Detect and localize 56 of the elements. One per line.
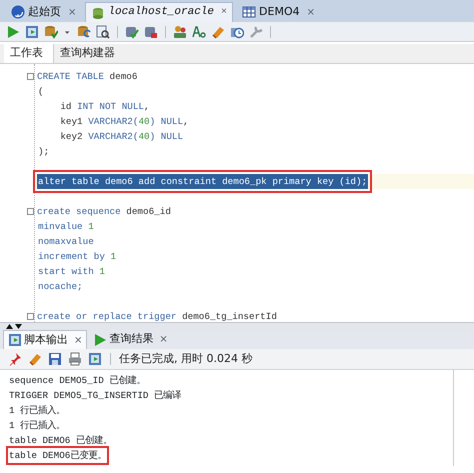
run-icon	[93, 332, 108, 346]
code-line: );	[37, 145, 50, 159]
script-run-icon[interactable]	[88, 352, 102, 366]
explain-plan-icon[interactable]	[96, 24, 110, 38]
users-icon[interactable]	[173, 24, 187, 38]
splitter-arrows-icon[interactable]	[6, 323, 22, 330]
database-icon	[91, 6, 106, 20]
code-line: nocache;	[37, 280, 84, 294]
script-run-icon	[8, 333, 22, 347]
code-line: create or replace trigger demo6_tg_insertId	[36, 310, 278, 322]
code-line: key2 VARCHAR2(40) NULL	[59, 130, 184, 144]
close-icon[interactable]: ×	[68, 4, 76, 20]
panel-tab[interactable]: 脚本输出 ×	[3, 330, 88, 349]
close-icon[interactable]: ×	[159, 332, 168, 347]
code-line: (	[37, 85, 45, 99]
database-check-icon[interactable]	[125, 24, 139, 38]
document-tab[interactable]: localhost_oracle ×	[85, 2, 234, 22]
help-icon	[11, 5, 25, 19]
output-line: TRIGGER DEMO5_TG_INSERTID 已编译	[8, 389, 182, 403]
database-icon[interactable]	[77, 24, 91, 38]
editor-tab[interactable]: 工作表	[4, 44, 54, 63]
database-icon[interactable]	[44, 24, 58, 38]
code-line: key1 VARCHAR2(40) NULL,	[59, 115, 190, 129]
code-line: create sequence demo6_id	[36, 205, 172, 219]
code-line: start with 1	[37, 265, 106, 279]
output-line: table DEMO6已变更。	[8, 448, 108, 463]
status-text: 任务已完成, 用时 0.024 秒	[119, 350, 252, 367]
editor-tab[interactable]: 查询构建器	[54, 44, 125, 63]
close-icon[interactable]: ×	[221, 5, 228, 20]
code-line: CREATE TABLE demo6	[36, 70, 138, 84]
fold-toggle-icon[interactable]	[27, 208, 34, 215]
output-line: 1 行已插入。	[8, 419, 66, 433]
fold-toggle-icon[interactable]	[27, 73, 34, 80]
close-icon[interactable]: ×	[74, 332, 82, 348]
pin-icon[interactable]	[8, 352, 22, 366]
script-run-icon[interactable]	[25, 24, 39, 38]
code-line: nomaxvalue	[37, 235, 95, 249]
table-icon	[242, 5, 256, 19]
document-tab[interactable]: DEMO4 ×	[237, 2, 320, 22]
run-icon[interactable]	[6, 24, 20, 38]
close-icon[interactable]: ×	[306, 4, 315, 20]
print-icon[interactable]	[68, 352, 82, 366]
eraser-icon[interactable]	[28, 352, 42, 366]
text-case-icon[interactable]	[192, 24, 206, 38]
output-line: table DEMO6 已创建。	[8, 434, 113, 448]
database-cancel-icon[interactable]	[144, 24, 158, 38]
document-tab[interactable]: 起始页 ×	[6, 2, 82, 22]
output-line: 1 行已插入。	[8, 404, 66, 418]
fold-toggle-icon[interactable]	[27, 313, 34, 320]
code-line: minvalue 1	[37, 220, 95, 234]
code-line: id INT NOT NULL,	[59, 100, 151, 114]
eraser-icon[interactable]	[211, 24, 225, 38]
save-icon[interactable]	[48, 352, 62, 366]
output-line: sequence DEMO5_ID 已创建。	[8, 374, 146, 388]
panel-tab[interactable]: 查询结果 ×	[89, 330, 172, 349]
code-line: increment by 1	[37, 250, 118, 264]
